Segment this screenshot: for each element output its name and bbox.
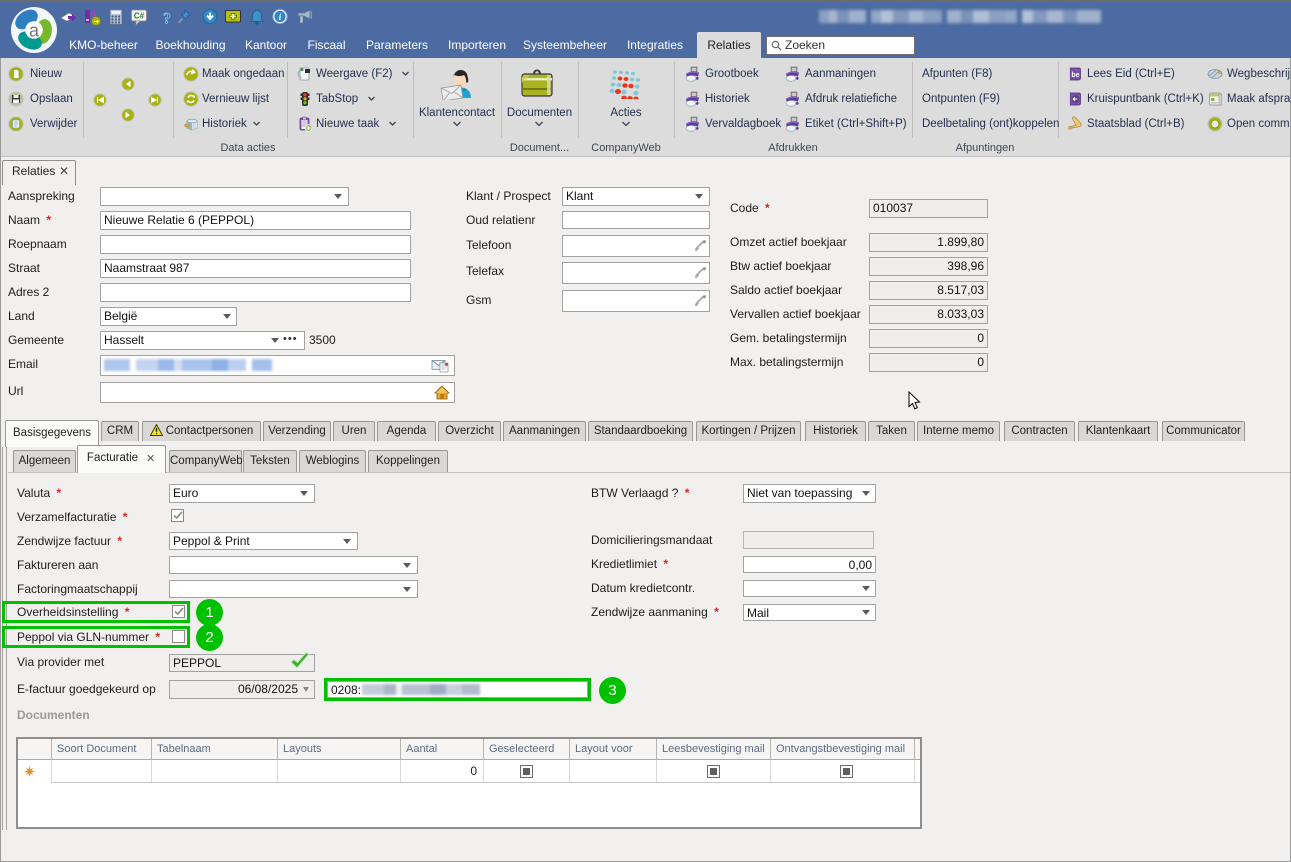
svg-text:be: be bbox=[1071, 72, 1079, 79]
svg-text:?: ? bbox=[163, 11, 171, 28]
svg-text:C#: C# bbox=[134, 12, 145, 21]
svg-text:a: a bbox=[29, 21, 40, 41]
